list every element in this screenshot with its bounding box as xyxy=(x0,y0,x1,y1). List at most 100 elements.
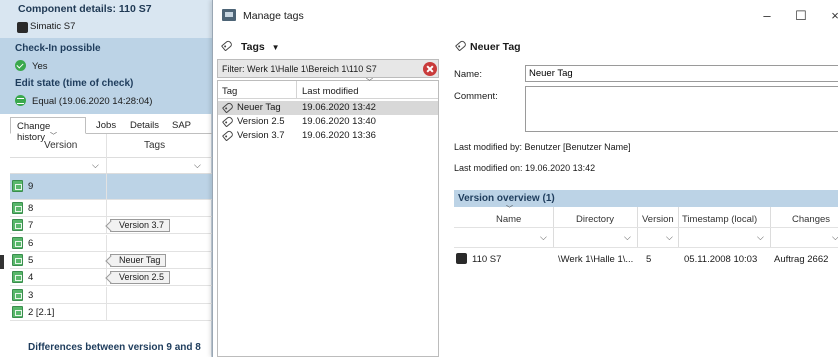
maximize-button[interactable]: ☐ xyxy=(784,0,818,31)
component-details-panel: Component details: 110 S7 Simatic S7 Che… xyxy=(0,0,212,357)
column-tags[interactable]: Tags xyxy=(144,140,165,151)
tag-icon xyxy=(221,115,235,128)
status-section: Check-In possible Yes Edit state (time o… xyxy=(0,38,212,114)
table-row[interactable]: 9 xyxy=(10,174,212,200)
version-icon xyxy=(12,236,23,249)
close-button[interactable]: × xyxy=(818,0,838,31)
version-filter-dropdown-icon[interactable]: ⌵ xyxy=(666,232,673,243)
checkin-label: Check-In possible xyxy=(15,43,101,54)
column-directory[interactable]: Directory xyxy=(576,214,614,225)
tag-list: Tag ﹀ Last modified Neuer Tag 19.06.2020 … xyxy=(217,79,439,357)
filter-text: Filter: Werk 1\Halle 1\Bereich 1\110 S7 xyxy=(222,64,377,74)
directory-filter-dropdown-icon[interactable]: ⌵ xyxy=(624,232,631,243)
differences-heading: Differences between version 9 and 8 xyxy=(28,342,201,353)
minimize-button[interactable]: – xyxy=(750,0,784,31)
history-filter-row: ⌵ ⌵ xyxy=(10,158,212,174)
tags-menu-button[interactable]: Tags ▼ xyxy=(241,41,280,53)
tag-badge[interactable]: Version 3.7 xyxy=(110,219,171,233)
cell-directory: \Werk 1\Halle 1\... xyxy=(558,254,634,265)
name-label: Name: xyxy=(454,69,482,80)
cell-changes: Auftrag 2662 xyxy=(774,254,829,265)
version-number: 8 xyxy=(28,203,34,214)
window-title: Manage tags xyxy=(243,10,304,22)
table-row[interactable]: 2 [2.1] xyxy=(10,303,212,321)
tag-list-header: Tag ﹀ Last modified xyxy=(218,79,438,99)
column-changes[interactable]: Changes xyxy=(792,214,830,225)
tag-badge[interactable]: Neuer Tag xyxy=(110,253,167,267)
version-number: 9 xyxy=(28,181,34,192)
detail-tabs: Change history Jobs Details SAP xyxy=(10,117,212,143)
version-number: 4 xyxy=(28,272,34,284)
manage-tags-dialog: Manage tags – ☐ × Tags ▼ Filter: Werk 1\… xyxy=(212,0,838,357)
name-filter-dropdown-icon[interactable]: ⌵ xyxy=(540,232,547,243)
cell-name: 110 S7 xyxy=(472,254,502,265)
tag-icon xyxy=(221,129,235,142)
version-number: 7 xyxy=(28,220,34,232)
list-item[interactable]: Neuer Tag 19.06.2020 13:42 xyxy=(218,101,438,115)
tag-date: 19.06.2020 13:40 xyxy=(302,116,376,127)
panel-header: Component details: 110 S7 Simatic S7 xyxy=(0,0,212,38)
app-window-icon xyxy=(222,9,236,21)
tags-menu-label: Tags xyxy=(241,41,265,53)
edit-state-value: Equal (19.06.2020 14:28:04) xyxy=(32,96,153,107)
version-number: 2 [2.1] xyxy=(28,306,55,318)
version-icon xyxy=(12,253,23,266)
version-icon xyxy=(12,219,23,232)
tag-name: Neuer Tag xyxy=(237,102,281,113)
equal-state-icon xyxy=(15,95,26,106)
tag-badge[interactable]: Version 2.5 xyxy=(110,271,171,285)
column-last-modified[interactable]: Last modified xyxy=(302,86,359,97)
cell-version: 5 xyxy=(646,254,652,265)
version-icon xyxy=(12,305,23,318)
panel-subtitle: Simatic S7 xyxy=(30,21,76,32)
version-icon xyxy=(12,288,23,301)
last-modified-on: Last modified on: 19.06.2020 13:42 xyxy=(454,163,596,173)
clear-filter-icon[interactable] xyxy=(423,62,437,76)
plc-chip-icon xyxy=(17,22,28,33)
table-row[interactable]: 6 xyxy=(10,234,212,252)
tab-jobs[interactable]: Jobs xyxy=(90,117,122,134)
tags-menu-icon xyxy=(220,39,234,52)
tag-name: Version 2.5 xyxy=(237,116,285,127)
changes-filter-dropdown-icon[interactable]: ⌵ xyxy=(832,232,838,243)
filter-bar: Filter: Werk 1\Halle 1\Bereich 1\110 S7 xyxy=(217,59,439,78)
timestamp-filter-dropdown-icon[interactable]: ⌵ xyxy=(757,232,764,243)
tab-change-history[interactable]: Change history xyxy=(10,117,86,143)
column-version[interactable]: Version xyxy=(44,140,77,151)
tab-details[interactable]: Details xyxy=(124,117,165,134)
list-item[interactable]: Version 3.7 19.06.2020 13:36 xyxy=(218,129,438,143)
column-timestamp[interactable]: Timestamp (local) xyxy=(682,214,757,225)
table-row[interactable]: 5 Neuer Tag xyxy=(10,251,212,269)
version-number: 3 xyxy=(28,289,34,301)
comment-label: Comment: xyxy=(454,91,498,102)
version-icon xyxy=(12,271,23,284)
list-item[interactable]: Version 2.5 19.06.2020 13:40 xyxy=(218,115,438,129)
check-ok-icon xyxy=(15,60,26,71)
plc-chip-icon xyxy=(456,253,467,264)
name-input[interactable] xyxy=(525,65,838,82)
tag-date: 19.06.2020 13:42 xyxy=(302,102,376,113)
table-row[interactable]: 7 Version 3.7 xyxy=(10,217,212,235)
tag-name: Version 3.7 xyxy=(237,130,285,141)
version-overview-title: Version overview (1) xyxy=(458,193,555,204)
table-row[interactable]: 4 Version 2.5 xyxy=(10,269,212,287)
tag-icon xyxy=(221,101,235,114)
column-version[interactable]: Version xyxy=(642,214,674,225)
cell-timestamp: 05.11.2008 10:03 xyxy=(684,254,758,265)
history-column-header: ﹀ Version Tags xyxy=(10,133,212,174)
table-row[interactable]: 3 xyxy=(10,286,212,304)
version-filter-dropdown-icon[interactable]: ⌵ xyxy=(92,160,99,171)
sort-chevron-icon: ﹀ xyxy=(366,79,373,86)
column-tag[interactable]: Tag xyxy=(222,86,237,97)
tab-sap[interactable]: SAP xyxy=(166,117,197,134)
tag-date: 19.06.2020 13:36 xyxy=(302,130,376,141)
version-number: 5 xyxy=(28,254,34,266)
panel-title: Component details: 110 S7 xyxy=(18,3,152,15)
edit-state-label: Edit state (time of check) xyxy=(15,78,134,89)
column-name[interactable]: Name xyxy=(496,214,521,225)
tags-filter-dropdown-icon[interactable]: ⌵ xyxy=(194,160,201,171)
table-row[interactable]: 8 xyxy=(10,200,212,217)
splitter-handle[interactable] xyxy=(0,255,4,269)
tag-icon xyxy=(454,39,468,52)
comment-textarea[interactable] xyxy=(525,86,838,132)
